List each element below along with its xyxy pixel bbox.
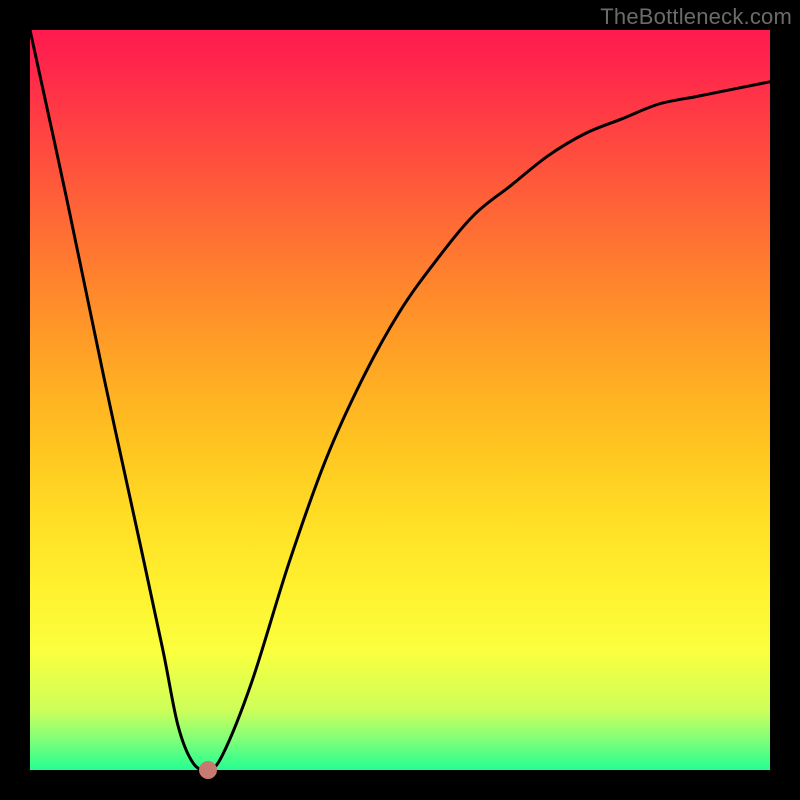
optimum-marker <box>199 761 217 779</box>
bottleneck-curve <box>30 30 770 770</box>
curve-svg <box>30 30 770 770</box>
plot-area <box>30 30 770 770</box>
watermark-text: TheBottleneck.com <box>600 4 792 30</box>
chart-frame: TheBottleneck.com <box>0 0 800 800</box>
